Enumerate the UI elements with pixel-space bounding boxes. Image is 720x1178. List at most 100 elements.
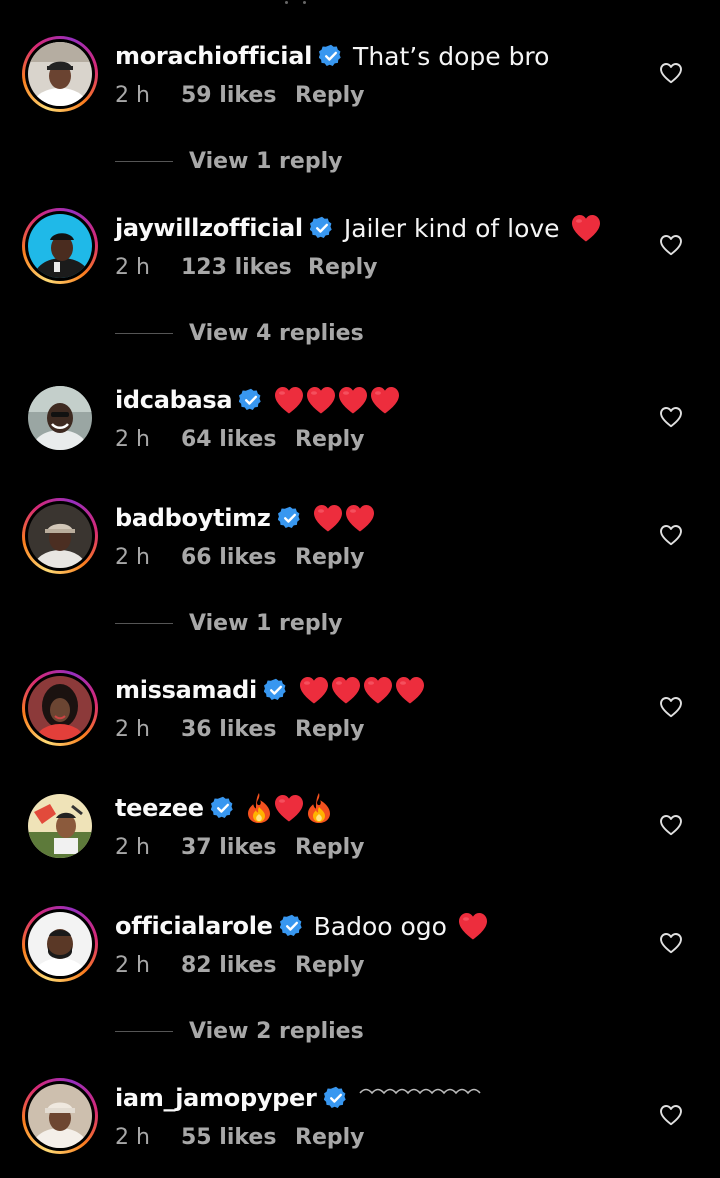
view-replies-button[interactable]: View 1 reply xyxy=(115,146,342,176)
comment-time: 2 h xyxy=(115,544,150,570)
red-heart-emoji xyxy=(298,675,330,705)
comment-username[interactable]: jaywillzofficial xyxy=(115,214,303,242)
comment-text-content: Badoo ogo xyxy=(313,911,447,941)
verified-badge-icon xyxy=(278,506,302,530)
reply-button[interactable]: Reply xyxy=(308,255,378,280)
like-heart-icon[interactable] xyxy=(659,696,683,718)
view-replies-button[interactable]: View 4 replies xyxy=(115,318,364,348)
comment-likes[interactable]: 64 likes xyxy=(181,427,295,452)
comment-text: Jailer kind of love xyxy=(344,213,602,243)
red-heart-emoji xyxy=(273,385,305,415)
comment-username[interactable]: iam_jamopyper xyxy=(115,1084,317,1112)
comment-username[interactable]: badboytimz xyxy=(115,504,271,532)
comment-time: 2 h xyxy=(115,426,150,452)
replies-divider xyxy=(115,1030,173,1032)
reply-button[interactable]: Reply xyxy=(295,953,365,978)
comment-time: 2 h xyxy=(115,952,150,978)
comment-emojis xyxy=(298,675,426,705)
red-heart-emoji xyxy=(305,385,337,415)
comment-username[interactable]: idcabasa xyxy=(115,386,233,414)
avatar[interactable] xyxy=(22,1078,98,1154)
comment-text xyxy=(273,385,401,415)
comment-likes[interactable]: 55 likes xyxy=(181,1125,295,1150)
comment-text: Badoo ogo xyxy=(314,911,489,941)
replies-divider xyxy=(115,622,173,624)
reply-button[interactable]: Reply xyxy=(295,717,365,742)
reply-button[interactable]: Reply xyxy=(295,545,365,570)
like-heart-icon[interactable] xyxy=(659,234,683,256)
comment-emojis xyxy=(570,213,602,243)
red-heart-emoji xyxy=(273,793,305,823)
comment-likes[interactable]: 59 likes xyxy=(181,83,295,108)
verified-badge-icon xyxy=(324,1086,348,1110)
like-heart-icon[interactable] xyxy=(659,62,683,84)
comment-emojis xyxy=(312,503,376,533)
like-heart-icon[interactable] xyxy=(659,406,683,428)
red-heart-emoji xyxy=(570,213,602,243)
view-replies-label: View 1 reply xyxy=(189,148,343,174)
comment-username[interactable]: missamadi xyxy=(115,676,257,704)
like-heart-icon[interactable] xyxy=(659,1104,683,1126)
comment-time: 2 h xyxy=(115,716,150,742)
comment-text xyxy=(245,792,333,824)
comment-emojis xyxy=(457,911,489,941)
view-replies-label: View 4 replies xyxy=(189,320,364,346)
comment-likes[interactable]: 66 likes xyxy=(181,545,295,570)
red-heart-emoji xyxy=(457,911,489,941)
avatar[interactable] xyxy=(22,380,98,456)
comment-text xyxy=(312,503,376,533)
reply-button[interactable]: Reply xyxy=(295,427,365,452)
verified-badge-icon xyxy=(239,388,263,412)
avatar[interactable] xyxy=(22,906,98,982)
red-heart-emoji xyxy=(312,503,344,533)
avatar[interactable] xyxy=(22,670,98,746)
comment-username[interactable]: teezee xyxy=(115,794,204,822)
replies-divider xyxy=(115,332,173,334)
replies-divider xyxy=(115,160,173,162)
red-heart-emoji xyxy=(337,385,369,415)
comment-likes[interactable]: 36 likes xyxy=(181,717,295,742)
comment-time: 2 h xyxy=(115,1124,150,1150)
comment-emojis xyxy=(245,792,333,824)
view-replies-button[interactable]: View 1 reply xyxy=(115,608,342,638)
comment-likes[interactable]: 123 likes xyxy=(181,255,308,280)
comment-item: missamadi 2 h 36 likes Reply xyxy=(0,670,720,770)
comment-item: idcabasa 2 h 64 likes Reply xyxy=(0,380,720,480)
comment-emojis xyxy=(273,385,401,415)
like-heart-icon[interactable] xyxy=(659,932,683,954)
verified-badge-icon xyxy=(310,216,334,240)
red-heart-emoji xyxy=(362,675,394,705)
comment-item: jaywillzofficial Jailer kind of love 2 h… xyxy=(0,208,720,308)
view-replies-label: View 1 reply xyxy=(189,610,343,636)
drag-handle xyxy=(285,0,307,4)
comment-item: morachiofficial That’s dope bro 2 h 59 l… xyxy=(0,36,720,136)
avatar[interactable] xyxy=(22,36,98,112)
view-replies-button[interactable]: View 2 replies xyxy=(115,1016,364,1046)
avatar[interactable] xyxy=(22,208,98,284)
comment-username[interactable]: officialarole xyxy=(115,912,273,940)
red-heart-emoji xyxy=(344,503,376,533)
reply-button[interactable]: Reply xyxy=(295,83,365,108)
red-heart-emoji xyxy=(394,675,426,705)
reply-button[interactable]: Reply xyxy=(295,835,365,860)
red-heart-emoji xyxy=(330,675,362,705)
avatar[interactable] xyxy=(22,498,98,574)
comment-text-content: That’s dope bro xyxy=(353,41,550,71)
verified-badge-icon xyxy=(211,796,235,820)
verified-badge-icon xyxy=(280,914,304,938)
view-replies-label: View 2 replies xyxy=(189,1018,364,1044)
comment-likes[interactable]: 82 likes xyxy=(181,953,295,978)
fire-emoji xyxy=(305,792,333,824)
like-heart-icon[interactable] xyxy=(659,814,683,836)
comment-item: iam_jamopyper 2 h 55 likes Reply xyxy=(0,1078,720,1178)
reply-button[interactable]: Reply xyxy=(295,1125,365,1150)
comment-time: 2 h xyxy=(115,82,150,108)
comment-likes[interactable]: 37 likes xyxy=(181,835,295,860)
comment-item: badboytimz 2 h 66 likes Reply xyxy=(0,498,720,598)
comment-username[interactable]: morachiofficial xyxy=(115,42,312,70)
comment-text-content: Jailer kind of love xyxy=(343,213,560,243)
fire-emoji xyxy=(245,792,273,824)
like-heart-icon[interactable] xyxy=(659,524,683,546)
avatar[interactable] xyxy=(22,788,98,864)
red-heart-emoji xyxy=(369,385,401,415)
